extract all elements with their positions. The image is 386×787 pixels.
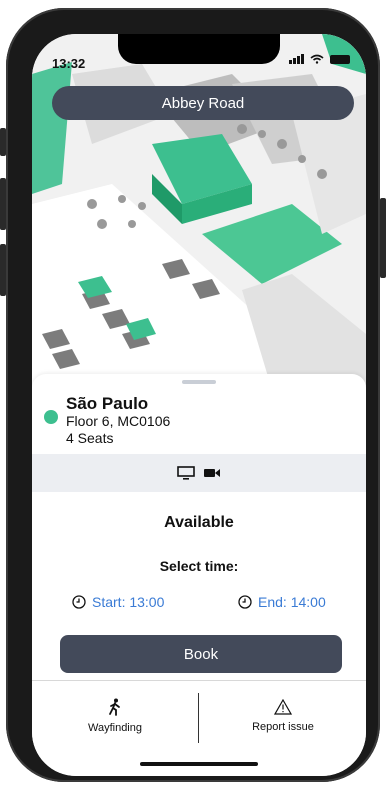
footer-actions: Wayfinding Report issue — [32, 680, 366, 751]
room-seats: 4 Seats — [66, 430, 114, 446]
warning-icon — [274, 699, 292, 715]
report-issue-label: Report issue — [252, 721, 314, 733]
end-time-button[interactable]: End: 14:00 — [238, 594, 326, 610]
video-camera-icon — [204, 469, 220, 477]
equipment-bar — [32, 454, 366, 492]
availability-status-dot — [44, 410, 58, 424]
volume-up-button — [0, 178, 6, 230]
end-time-label: End: 14:00 — [258, 594, 326, 610]
battery-icon — [330, 54, 350, 64]
room-floor: Floor 6, MC0106 — [66, 413, 171, 429]
mute-switch — [0, 128, 6, 156]
availability-status: Available — [164, 514, 234, 531]
screen: 13:32 Abbey Road São Paulo Floor 6, MC01… — [32, 34, 366, 776]
sheet-grabber[interactable] — [182, 380, 216, 384]
clock-icon — [72, 595, 86, 609]
room-details-sheet: São Paulo Floor 6, MC0106 4 Seats Availa… — [32, 374, 366, 776]
location-title-button[interactable]: Abbey Road — [52, 86, 354, 120]
footer-divider — [198, 693, 199, 743]
notch — [118, 34, 280, 64]
report-issue-button[interactable]: Report issue — [200, 681, 366, 751]
power-button — [380, 198, 386, 278]
status-icons — [289, 54, 350, 64]
book-button[interactable]: Book — [60, 635, 342, 673]
room-name: São Paulo — [66, 394, 149, 413]
monitor-icon — [177, 466, 195, 480]
wayfinding-button[interactable]: Wayfinding — [32, 681, 198, 751]
select-time-label: Select time: — [159, 558, 239, 574]
clock-icon — [238, 595, 252, 609]
signal-icon — [289, 54, 304, 64]
status-time: 13:32 — [52, 56, 86, 71]
home-indicator[interactable] — [140, 762, 258, 766]
start-time-button[interactable]: Start: 13:00 — [72, 594, 164, 610]
wayfinding-label: Wayfinding — [87, 722, 142, 734]
start-time-label: Start: 13:00 — [92, 594, 165, 610]
walking-person-icon — [109, 698, 120, 716]
phone-frame: 13:32 Abbey Road São Paulo Floor 6, MC01… — [0, 8, 386, 782]
wifi-icon — [310, 54, 324, 64]
volume-down-button — [0, 244, 6, 296]
